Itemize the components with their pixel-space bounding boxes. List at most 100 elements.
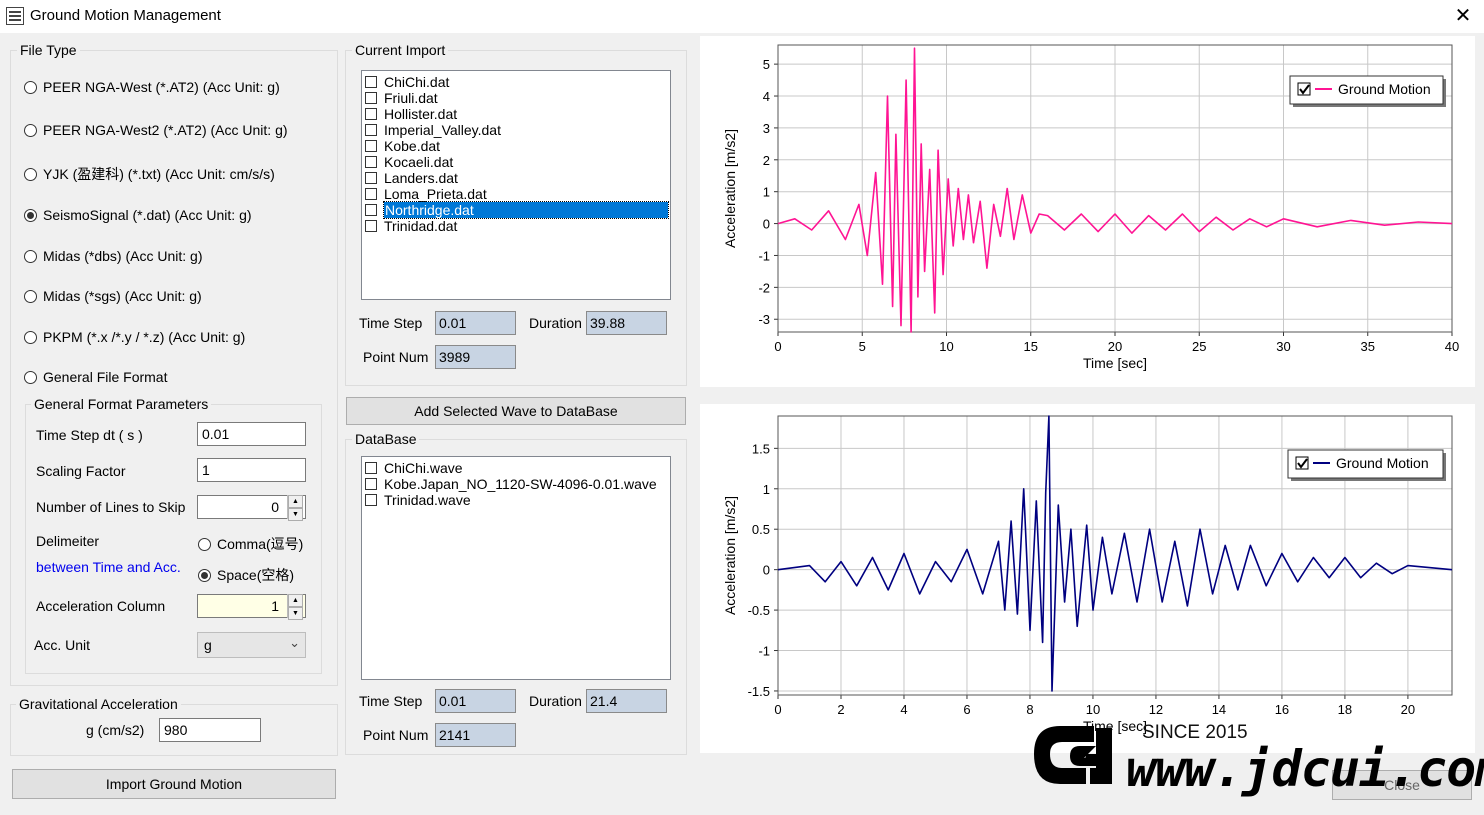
db-point-num-label: Point Num: [363, 727, 429, 743]
checkbox[interactable]: [365, 124, 377, 136]
list-item[interactable]: Loma_Prieta.dat: [365, 186, 487, 202]
tick-label-x: 35: [1361, 339, 1375, 354]
acc-column-spinner[interactable]: ▲ ▼: [287, 594, 303, 620]
scaling-factor-label: Scaling Factor: [36, 463, 126, 479]
spin-up-icon[interactable]: ▲: [288, 495, 303, 508]
legend-label: Ground Motion: [1338, 81, 1431, 97]
x-axis-label: Time [sec]: [1083, 355, 1147, 371]
spin-down-icon[interactable]: ▼: [288, 607, 303, 620]
list-item-selected[interactable]: Northridge.dat: [365, 201, 669, 219]
checkbox[interactable]: [365, 188, 377, 200]
checkbox[interactable]: [365, 156, 377, 168]
radio-yjk[interactable]: YJK (盈建科) (*.txt) (Acc Unit: cm/s/s): [24, 164, 275, 184]
radio-midas-dbs[interactable]: Midas (*dbs) (Acc Unit: g): [24, 248, 202, 264]
tick-label-y: 1.5: [752, 441, 770, 456]
checkbox[interactable]: [365, 220, 377, 232]
chart-database: 0 2 4 6 8 10 12 14 16 18 20 -1.5 -1 -0.5 0 0.5 1 1.5 Time …: [700, 404, 1475, 753]
time-step-input[interactable]: [197, 422, 306, 446]
title-bar: Ground Motion Management ✕: [0, 0, 1484, 33]
checkbox[interactable]: [365, 478, 377, 490]
tick-label-x: 10: [1086, 702, 1100, 717]
list-item[interactable]: Friuli.dat: [365, 90, 438, 106]
radio-circle-checked: [24, 208, 37, 222]
radio-circle: [24, 330, 37, 344]
db-time-step-label: Time Step: [359, 693, 423, 709]
ci-point-num-value: 3989: [435, 345, 516, 369]
ci-duration-label: Duration: [529, 315, 582, 331]
checkbox[interactable]: [365, 76, 377, 88]
file-type-legend: File Type: [17, 42, 80, 58]
list-item[interactable]: Kobe.Japan_NO_1120-SW-4096-0.01.wave: [365, 476, 657, 492]
radio-circle: [24, 167, 37, 181]
chevron-down-icon: ⌄: [289, 635, 300, 650]
general-params-legend: General Format Parameters: [31, 396, 212, 412]
ci-duration-value: 39.88: [586, 311, 667, 335]
list-item[interactable]: ChiChi.wave: [365, 460, 463, 476]
radio-circle: [198, 537, 211, 551]
db-time-step-value: 0.01: [435, 689, 516, 713]
tick-label-x: 10: [939, 339, 953, 354]
radio-delimiter-comma[interactable]: Comma(逗号): [198, 534, 303, 554]
radio-general-format[interactable]: General File Format: [24, 369, 167, 385]
window-title: Ground Motion Management: [30, 7, 221, 24]
current-import-list[interactable]: ChiChi.dat Friuli.dat Hollister.dat Impe…: [361, 70, 671, 300]
spin-down-icon[interactable]: ▼: [288, 508, 303, 521]
checkbox[interactable]: [365, 172, 377, 184]
gravity-input[interactable]: [159, 718, 261, 742]
add-to-database-button[interactable]: Add Selected Wave to DataBase: [346, 397, 686, 425]
radio-circle-checked: [198, 568, 211, 582]
checkbox[interactable]: [365, 494, 377, 506]
spin-up-icon[interactable]: ▲: [288, 594, 303, 607]
database-list[interactable]: ChiChi.wave Kobe.Japan_NO_1120-SW-4096-0…: [361, 456, 671, 680]
tick-label-x: 40: [1445, 339, 1459, 354]
y-axis-label: Acceleration [m/s2]: [722, 129, 738, 248]
radio-seismosignal[interactable]: SeismoSignal (*.dat) (Acc Unit: g): [24, 207, 252, 223]
list-item[interactable]: Trinidad.dat: [365, 218, 457, 234]
checkbox[interactable]: [365, 92, 377, 104]
watermark-url: www.jdcui.com: [1126, 740, 1484, 798]
gravity-legend: Gravitational Acceleration: [16, 696, 181, 712]
list-item[interactable]: Kobe.dat: [365, 138, 440, 154]
db-duration-value: 21.4: [586, 689, 667, 713]
radio-circle: [24, 249, 37, 263]
acc-unit-select[interactable]: g ⌄: [197, 632, 306, 658]
tick-label-y: 0: [763, 563, 770, 578]
checkbox[interactable]: [365, 108, 377, 120]
acc-column-label: Acceleration Column: [36, 598, 166, 614]
gravity-label: g (cm/s2): [86, 722, 145, 738]
tick-label-y: -1: [758, 248, 770, 263]
db-point-num-value: 2141: [435, 723, 516, 747]
radio-circle: [24, 80, 37, 94]
list-item[interactable]: ChiChi.dat: [365, 74, 449, 90]
time-step-label: Time Step dt ( s ): [36, 427, 143, 443]
tick-label-x: 5: [859, 339, 866, 354]
tick-label-y: 0.5: [752, 522, 770, 537]
checkbox[interactable]: [365, 140, 377, 152]
chart-current-import-svg: 0 5 10 15 20 25 30 35 40 -3 -2 -1 0 1 2 3 4 5 Time [sec] Ac…: [722, 44, 1459, 371]
delimiter-sublabel: between Time and Acc.: [36, 559, 181, 575]
close-icon[interactable]: ✕: [1450, 4, 1476, 28]
tick-label-x: 20: [1108, 339, 1122, 354]
lines-skip-spinner[interactable]: ▲ ▼: [287, 495, 303, 521]
radio-circle: [24, 123, 37, 137]
tick-label-y: -2: [758, 280, 770, 295]
tick-label-x: 4: [900, 702, 907, 717]
tick-label-x: 25: [1192, 339, 1206, 354]
delimiter-label: Delimeiter: [36, 533, 100, 549]
checkbox[interactable]: [365, 204, 377, 216]
list-item[interactable]: Kocaeli.dat: [365, 154, 453, 170]
tick-label-x: 2: [837, 702, 844, 717]
radio-peer-nga-west[interactable]: PEER NGA-West (*.AT2) (Acc Unit: g): [24, 79, 280, 95]
list-item[interactable]: Landers.dat: [365, 170, 458, 186]
import-ground-motion-button[interactable]: Import Ground Motion: [12, 769, 336, 799]
tick-label-x: 18: [1338, 702, 1352, 717]
radio-pkpm[interactable]: PKPM (*.x /*.y / *.z) (Acc Unit: g): [24, 329, 245, 345]
list-item[interactable]: Trinidad.wave: [365, 492, 471, 508]
radio-delimiter-space[interactable]: Space(空格): [198, 565, 294, 585]
radio-midas-sgs[interactable]: Midas (*sgs) (Acc Unit: g): [24, 288, 202, 304]
scaling-factor-input[interactable]: [197, 458, 306, 482]
checkbox[interactable]: [365, 462, 377, 474]
radio-peer-nga-west2[interactable]: PEER NGA-West2 (*.AT2) (Acc Unit: g): [24, 122, 288, 138]
list-item[interactable]: Imperial_Valley.dat: [365, 122, 501, 138]
list-item[interactable]: Hollister.dat: [365, 106, 457, 122]
